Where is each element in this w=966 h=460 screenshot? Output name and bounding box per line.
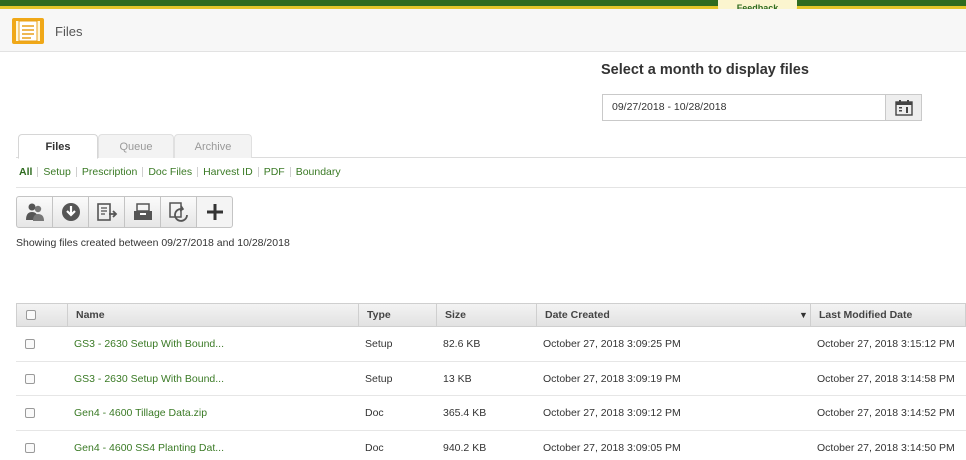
file-name-link[interactable]: Gen4 - 4600 SS4 Planting Dat... [66,431,224,460]
filter-divider [197,167,199,177]
share-users-icon [25,203,44,221]
calendar-icon [894,99,913,116]
file-date-created: October 27, 2018 3:09:19 PM [543,372,681,385]
column-header-date-created[interactable]: Date Created [536,304,810,326]
page-title: Files [55,24,83,39]
file-size: 940.2 KB [443,441,487,454]
download-button[interactable] [52,196,89,228]
calendar-button[interactable] [885,94,922,121]
files-table: Name Type Size Date Created ▼ Last Modif… [16,303,966,460]
date-range-input[interactable]: 09/27/2018 - 10/28/2018 [602,94,887,121]
file-last-modified: October 27, 2018 3:14:50 PM [817,441,955,454]
file-type: Setup [365,338,393,350]
file-type: Doc [365,407,384,419]
filter-pdf[interactable]: PDF [264,166,285,178]
file-date-created: October 27, 2018 3:09:05 PM [543,441,681,454]
tab-queue[interactable]: Queue [98,134,174,158]
file-last-modified: October 27, 2018 3:15:12 PM [817,338,955,350]
month-select-heading: Select a month to display files [601,62,809,78]
filter-harvest-id[interactable]: Harvest ID [203,166,253,178]
filter-divider [142,167,144,177]
filter-setup[interactable]: Setup [43,166,70,178]
share-button[interactable] [16,196,53,228]
table-row[interactable]: Gen4 - 4600 Tillage Data.zip Doc 365.4 K… [16,396,966,431]
filter-divider-line [16,187,966,188]
row-checkbox[interactable] [25,373,35,384]
column-header-type[interactable]: Type [358,304,436,326]
app-header: Files [0,9,966,52]
filter-prescription[interactable]: Prescription [82,166,137,178]
filter-all[interactable]: All [19,166,32,178]
file-size: 13 KB [443,372,472,385]
refresh-button[interactable] [160,196,197,228]
file-type-filters: All Setup Prescription Doc Files Harvest… [19,166,341,178]
select-all-checkbox[interactable] [26,310,36,320]
refresh-file-icon [168,202,188,222]
row-checkbox[interactable] [25,339,35,349]
column-header-last-modified[interactable]: Last Modified Date [810,304,966,326]
file-name-link[interactable]: Gen4 - 4600 Tillage Data.zip [66,396,207,430]
archive-tray-icon [133,203,152,220]
showing-files-text: Showing files created between 09/27/2018… [16,237,290,249]
sort-descending-icon[interactable]: ▼ [799,304,808,326]
file-toolbar [16,196,233,228]
row-checkbox[interactable] [25,442,35,453]
column-header-size[interactable]: Size [436,304,536,326]
table-row[interactable]: GS3 - 2630 Setup With Bound... Setup 13 … [16,362,966,396]
table-row[interactable]: Gen4 - 4600 SS4 Planting Dat... Doc 940.… [16,431,966,460]
tab-files[interactable]: Files [18,134,98,159]
download-icon [61,203,80,221]
file-date-created: October 27, 2018 3:09:25 PM [543,338,681,350]
filter-divider [75,167,77,177]
file-last-modified: October 27, 2018 3:14:52 PM [817,407,955,419]
filter-boundary[interactable]: Boundary [296,166,341,178]
filter-divider [37,167,39,177]
file-type: Doc [365,441,384,454]
export-button[interactable] [88,196,125,228]
file-last-modified: October 27, 2018 3:14:58 PM [817,372,955,385]
row-checkbox[interactable] [25,408,35,418]
export-icon [96,203,117,221]
filter-divider [289,167,291,177]
add-file-button[interactable] [196,196,233,228]
file-size: 82.6 KB [443,338,481,350]
file-name-link[interactable]: GS3 - 2630 Setup With Bound... [66,362,224,396]
filter-divider [257,167,259,177]
filter-doc-files[interactable]: Doc Files [148,166,192,178]
table-header: Name Type Size Date Created ▼ Last Modif… [16,303,966,327]
file-date-created: October 27, 2018 3:09:12 PM [543,407,681,419]
column-header-name[interactable]: Name [67,304,358,326]
table-row[interactable]: GS3 - 2630 Setup With Bound... Setup 82.… [16,327,966,362]
file-size: 365.4 KB [443,407,487,419]
file-type: Setup [365,372,393,385]
archive-button[interactable] [124,196,161,228]
file-tabs: Files Queue Archive [16,132,966,159]
add-icon [206,204,223,220]
tab-archive[interactable]: Archive [174,134,252,158]
file-name-link[interactable]: GS3 - 2630 Setup With Bound... [66,327,224,361]
files-app-icon [12,18,44,44]
